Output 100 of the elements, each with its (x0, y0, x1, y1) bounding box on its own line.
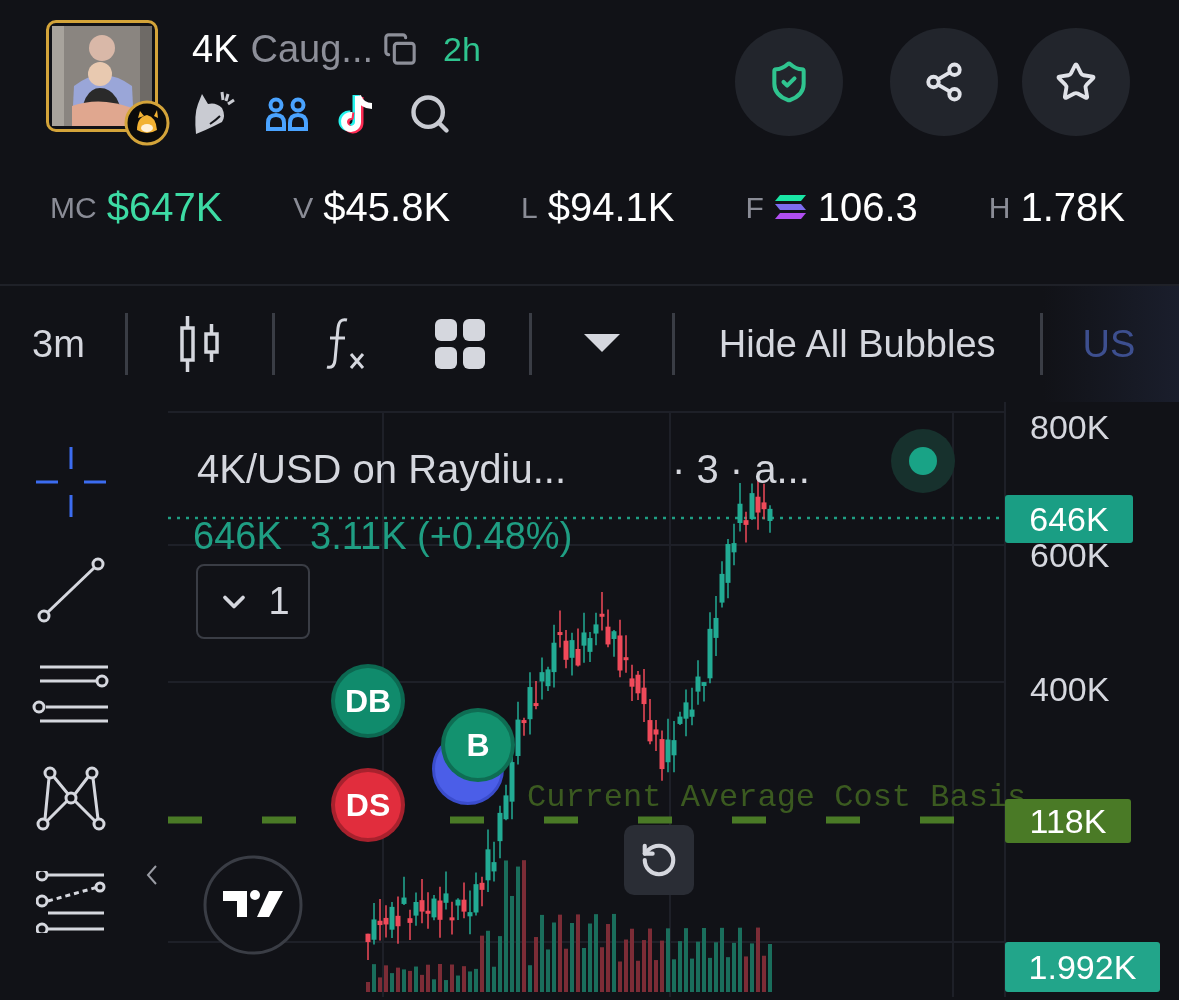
volume-bar (654, 960, 658, 992)
volume-bar (582, 948, 586, 992)
volume-bar (498, 936, 502, 992)
volume-bar (528, 965, 532, 992)
candlestick-icon[interactable] (178, 313, 221, 375)
price-change: 3.11K (+0.48%) (310, 514, 573, 559)
interval-button[interactable]: 3m (0, 315, 125, 373)
volume-bar (378, 977, 382, 992)
volume-bar (420, 974, 424, 992)
volume-bar (660, 940, 664, 992)
volume-bar (492, 966, 496, 992)
current-price-tag: 646K (1005, 495, 1133, 543)
stat-value: 1.78K (1020, 184, 1125, 231)
stat-label: MC (50, 189, 97, 226)
volume-bar (732, 942, 736, 992)
volume-tag: 1.992K (1005, 942, 1160, 992)
volume-bar (714, 942, 718, 992)
volume-bar (744, 956, 748, 992)
volume-bar (534, 937, 538, 992)
indicators-toggle[interactable]: 1 (196, 564, 310, 639)
volume-bar (444, 980, 448, 992)
volume-bar (570, 923, 574, 992)
volume-bar (708, 957, 712, 992)
price-axis-label: 800K (1030, 407, 1110, 448)
logo-button[interactable] (203, 855, 303, 955)
stat-label: F (745, 189, 764, 226)
trend-line-icon[interactable] (37, 557, 105, 623)
volume-bar (588, 923, 592, 992)
price-readout: 646K (193, 514, 282, 559)
currency-button[interactable]: US (1082, 315, 1136, 373)
volume-bar (468, 971, 472, 992)
volume-bar (450, 964, 454, 992)
coin-icon (773, 193, 808, 221)
stat-value: $647K (106, 184, 223, 231)
trade-bubble[interactable]: DS (331, 768, 405, 842)
volume-bar (726, 957, 730, 992)
reset-chart-button[interactable] (624, 825, 694, 895)
crosshair-icon[interactable] (36, 447, 106, 517)
reset-icon (640, 841, 678, 879)
volume-bar (552, 922, 556, 992)
token-symbol: 4K (192, 26, 239, 72)
volume-bar (546, 949, 550, 992)
volume-bar (432, 979, 436, 992)
volume-bar (762, 955, 766, 992)
volume-bar (672, 959, 676, 992)
stat-label: L (521, 189, 538, 226)
volume-bar (462, 966, 466, 992)
volume-bar (414, 966, 418, 992)
search-icon[interactable] (408, 92, 452, 136)
token-age: 2h (443, 28, 481, 70)
volume-bar (738, 927, 742, 992)
volume-bar (750, 943, 754, 992)
cost-basis-tag: 118K (1005, 799, 1131, 843)
stat-value: $45.8K (323, 184, 451, 231)
star-icon (1055, 61, 1097, 103)
volume-bar (408, 970, 412, 992)
chart-title: 4K/USD on Raydiu... (197, 446, 567, 493)
volume-bar (684, 928, 688, 992)
volume-bar (768, 944, 772, 992)
volume-bar (690, 958, 694, 992)
stat-value: $94.1K (547, 184, 675, 231)
volume-bar (564, 948, 568, 992)
stat-label: H (988, 189, 1011, 226)
volume-bar (474, 968, 478, 992)
volume-bar (636, 960, 640, 992)
volume-bar (696, 941, 700, 992)
horizontal-lines-icon[interactable] (32, 663, 110, 725)
volume-bar (702, 928, 706, 992)
network-icon[interactable] (36, 765, 106, 831)
volume-bar (480, 935, 484, 992)
volume-bar (606, 924, 610, 992)
hide-bubbles-button[interactable]: Hide All Bubbles (674, 315, 1040, 373)
volume-bar (618, 961, 622, 992)
volume-bar (630, 928, 634, 992)
volume-bar (366, 982, 370, 992)
token-avatar[interactable] (46, 20, 158, 132)
stat-label: V (293, 189, 314, 226)
chart-title-suffix: · 3 · a... (672, 446, 810, 493)
trade-bubble[interactable]: B (441, 708, 515, 782)
volume-bar (720, 927, 724, 992)
trade-bubble[interactable]: DB (331, 664, 405, 738)
share-icon (923, 61, 965, 103)
price-axis-label: 400K (1030, 669, 1110, 710)
volume-bar (384, 965, 388, 992)
volume-bar (600, 947, 604, 992)
copy-icon[interactable] (383, 32, 417, 66)
volume-bar (372, 964, 376, 992)
volume-bar (402, 969, 406, 992)
volume-bar (678, 941, 682, 992)
volume-bar (624, 939, 628, 992)
volume-bar (438, 964, 442, 992)
volume-bar (642, 940, 646, 992)
volume-bar (756, 927, 760, 992)
fib-lines-icon[interactable] (36, 871, 106, 933)
volume-bar (648, 928, 652, 992)
volume-bar (390, 973, 394, 992)
volume-bar (426, 964, 430, 992)
dog-badge-icon (124, 100, 170, 146)
collapse-chevron-icon[interactable] (146, 864, 158, 886)
group-icon[interactable] (266, 97, 308, 131)
